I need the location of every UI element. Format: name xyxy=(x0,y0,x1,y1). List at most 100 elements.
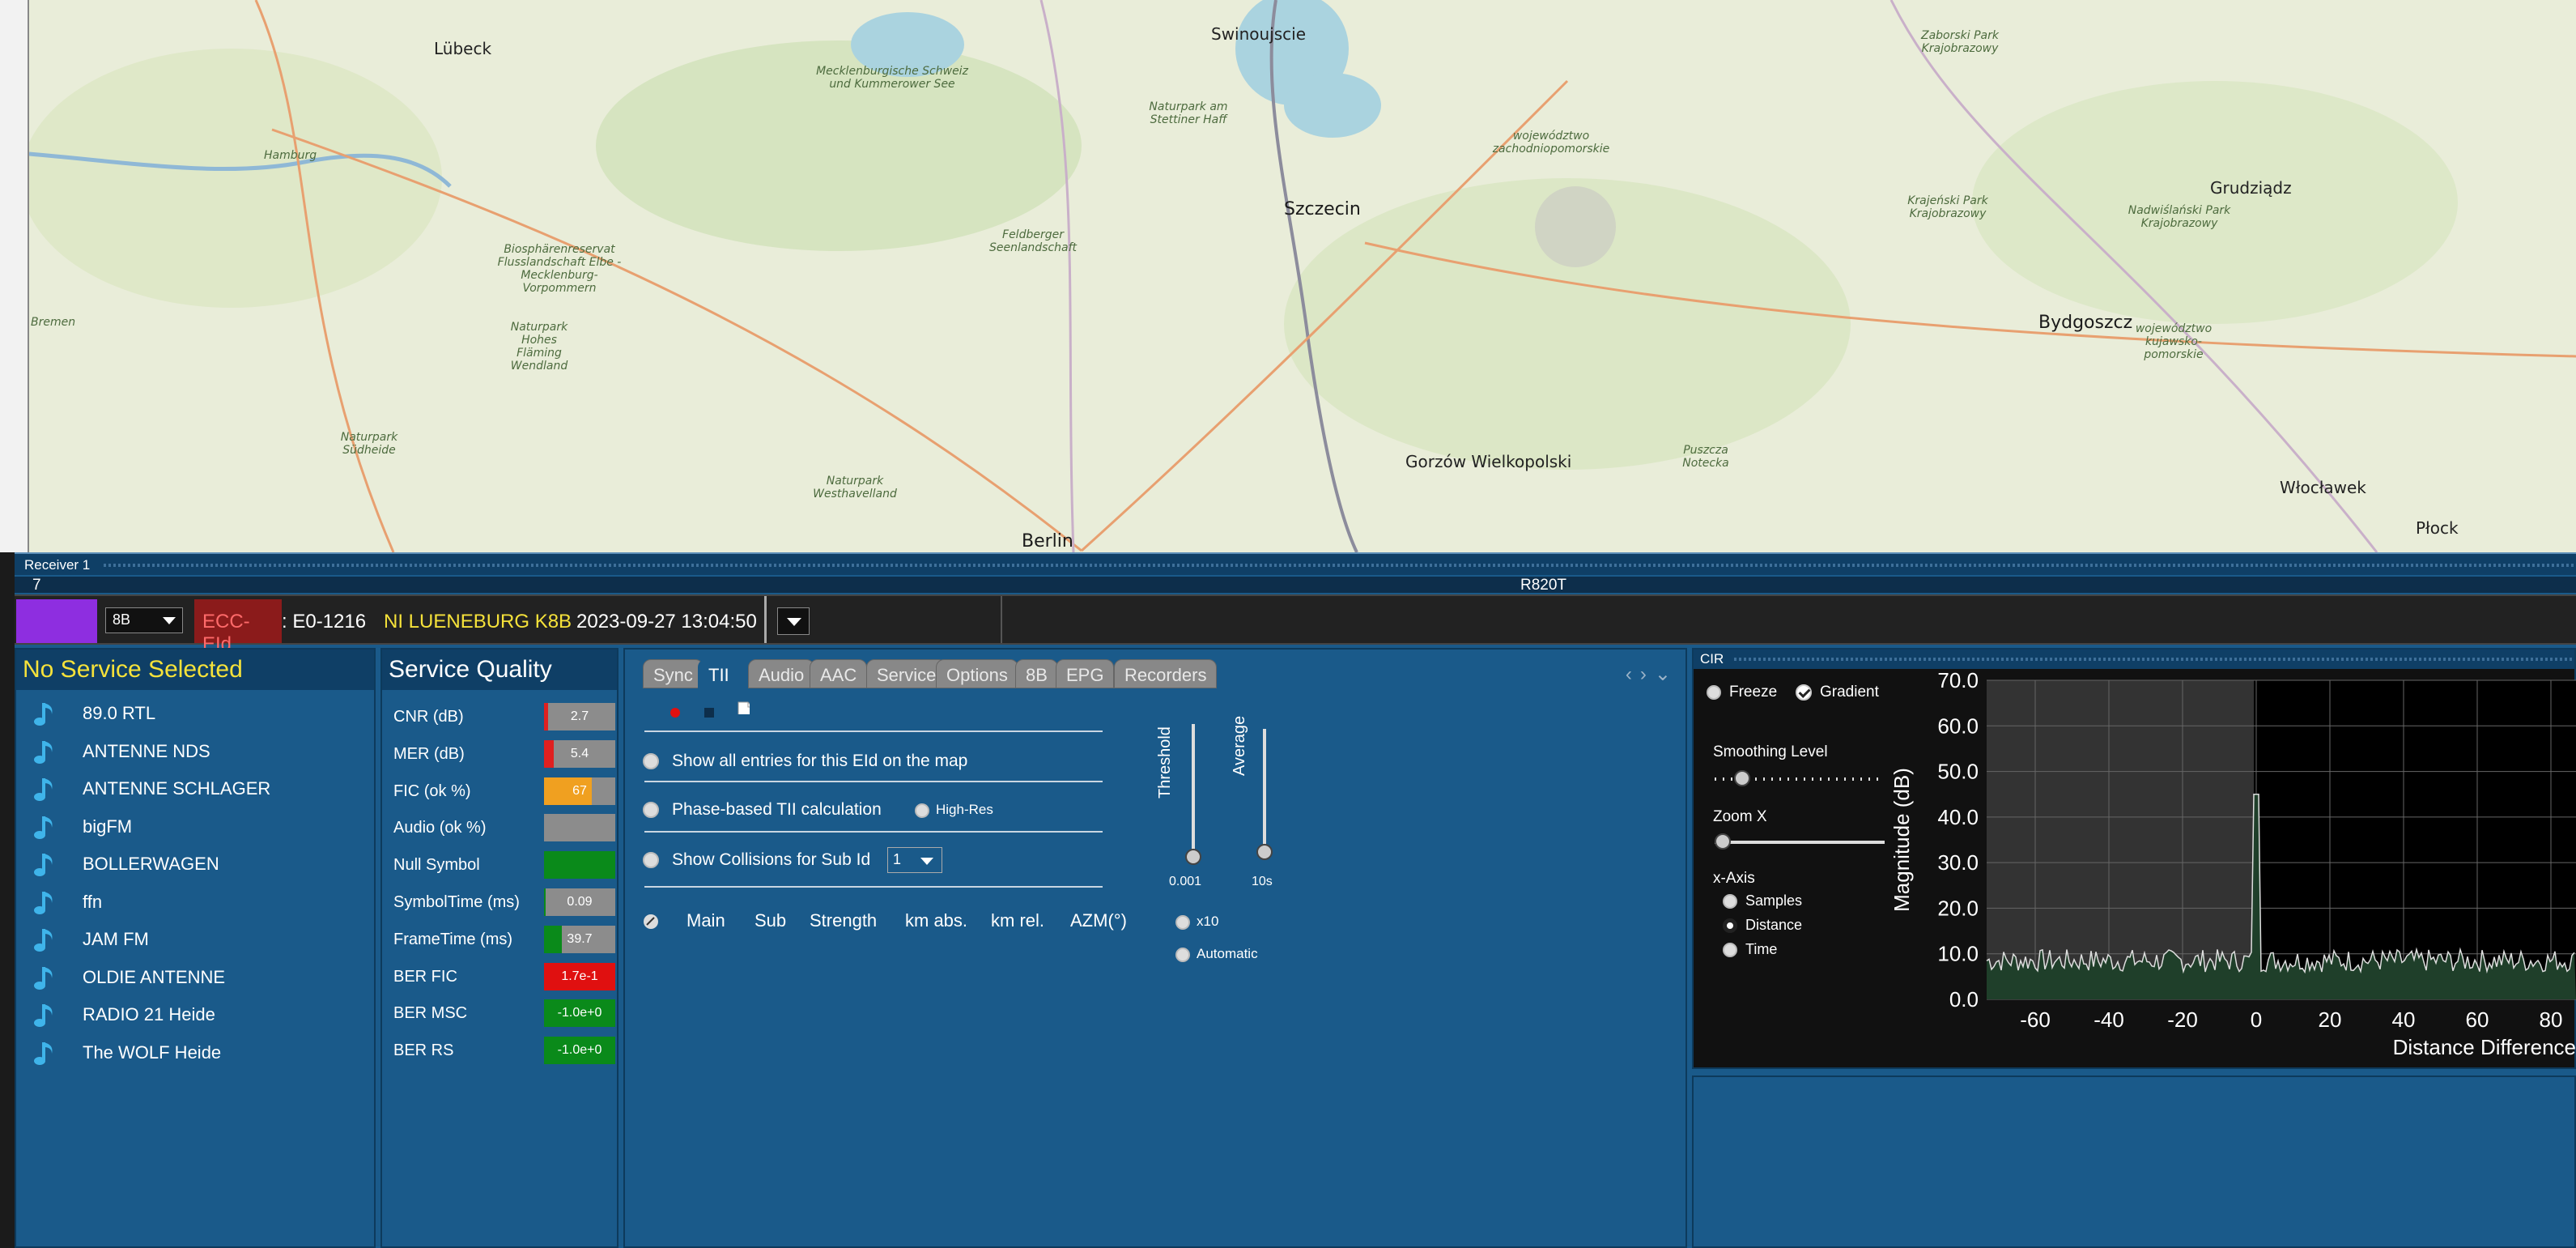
quality-bar: 1.7e-1 xyxy=(544,962,615,990)
freeze-radio[interactable] xyxy=(1707,684,1721,700)
show-collisions-radio[interactable] xyxy=(643,852,659,869)
sub-id-select[interactable]: 1 xyxy=(887,847,942,873)
zoom-slider-knob[interactable] xyxy=(1715,833,1731,850)
quality-label: BER FIC xyxy=(393,967,457,986)
tab-options[interactable]: Options xyxy=(936,659,1018,688)
x-tick-label: 80 xyxy=(2540,1007,2563,1032)
x10-option[interactable]: x10 xyxy=(1175,914,1218,930)
map-view[interactable]: Lübeck Hamburg Swinoujscie Szczecin Bydg… xyxy=(29,0,2576,552)
quality-row: SymbolTime (ms) 0.09 xyxy=(393,887,615,916)
high-res-radio[interactable] xyxy=(915,803,929,818)
service-label: JAM FM xyxy=(83,929,149,949)
automatic-option[interactable]: Automatic xyxy=(1175,946,1258,962)
music-note-icon xyxy=(34,1004,53,1027)
tab-recorders[interactable]: Recorders xyxy=(1114,659,1218,688)
ecc-eid-label: ECC-EId xyxy=(194,599,282,655)
y-tick-label: 40.0 xyxy=(1937,805,1979,829)
quality-row: BER MSC -1.0e+0 xyxy=(393,998,615,1028)
tab-aac[interactable]: AAC xyxy=(810,659,868,688)
tab-tii[interactable]: TII xyxy=(698,659,740,688)
zoom-label: Zoom X xyxy=(1713,808,1767,825)
xaxis-radio[interactable] xyxy=(1723,943,1737,958)
x-tick-label: 40 xyxy=(2392,1007,2416,1032)
map-label: Naturpark Hohes Fläming Wendland xyxy=(510,321,568,373)
record-icon[interactable] xyxy=(669,706,682,719)
threshold-slider[interactable] xyxy=(1185,724,1201,865)
title-grip xyxy=(1734,658,2574,661)
show-collisions-option[interactable]: Show Collisions for Sub Id xyxy=(643,850,870,870)
quality-row: MER (dB) 5.4 xyxy=(393,739,615,768)
cir-panel: CIR Freeze Gradient Smoothing Level Zoom… xyxy=(1692,648,2576,1069)
col-sub[interactable]: Sub xyxy=(755,910,786,931)
threshold-value: 0.001 xyxy=(1169,875,1202,888)
quality-bar: 0.09 xyxy=(544,888,615,916)
receiver-title-bar[interactable]: Receiver 1 xyxy=(15,552,2576,575)
phase-based-option[interactable]: Phase-based TII calculation xyxy=(643,800,882,820)
x-tick-label: 60 xyxy=(2466,1007,2489,1032)
threshold-slider-knob[interactable] xyxy=(1185,849,1201,865)
ecc-eid-value: : E0-1216 xyxy=(282,611,367,633)
tab-8b[interactable]: 8B xyxy=(1015,659,1058,688)
x-tick-label: 0 xyxy=(2251,1007,2262,1032)
map-label: Berlin xyxy=(1022,531,1073,552)
col-strength[interactable]: Strength xyxy=(810,910,877,931)
show-all-entries-label: Show all entries for this EId on the map xyxy=(672,752,968,770)
zoom-slider[interactable] xyxy=(1715,833,1885,850)
x10-radio[interactable] xyxy=(1175,914,1190,930)
show-all-entries-radio[interactable] xyxy=(643,753,659,770)
col-km-rel[interactable]: km rel. xyxy=(991,910,1044,931)
map-label: Krajeński Park Krajobrazowy xyxy=(1907,194,1988,220)
xaxis-radio[interactable] xyxy=(1723,894,1737,909)
smoothing-slider-knob[interactable] xyxy=(1734,770,1750,786)
x-axis-label: Distance Difference xyxy=(2393,1035,2576,1059)
xaxis-option-samples[interactable]: Samples xyxy=(1723,892,1802,909)
channel-select[interactable]: 8B xyxy=(105,607,183,633)
xaxis-option-distance[interactable]: Distance xyxy=(1723,917,1802,934)
receiver-window: Receiver 1 7 R820T 8B ECC-EId : E0-1216 … xyxy=(15,552,2576,1248)
tab-sync[interactable]: Sync xyxy=(643,659,704,688)
document-icon[interactable] xyxy=(737,701,750,714)
tab-service[interactable]: Service xyxy=(866,659,947,688)
quality-bar xyxy=(544,851,615,880)
col-main[interactable]: Main xyxy=(687,910,725,931)
high-res-option[interactable]: High-Res xyxy=(915,802,993,818)
select-all-icon[interactable] xyxy=(643,914,659,930)
col-km-abs[interactable]: km abs. xyxy=(905,910,967,931)
receiver-color-swatch[interactable] xyxy=(16,599,97,643)
divider xyxy=(644,886,1103,888)
gradient-checkbox[interactable] xyxy=(1796,684,1812,701)
tab-scroll-controls[interactable]: ‹›⌄ xyxy=(1626,662,1679,686)
smoothing-slider[interactable] xyxy=(1715,770,1885,786)
toolbar-dropdown-button[interactable] xyxy=(777,607,810,635)
cir-title-bar[interactable]: CIR xyxy=(1694,650,2574,669)
show-all-entries-option[interactable]: Show all entries for this EId on the map xyxy=(643,752,967,771)
x10-label: x10 xyxy=(1197,914,1219,929)
quality-label: BER RS xyxy=(393,1041,454,1060)
xaxis-option-time[interactable]: Time xyxy=(1723,941,1777,958)
average-slider[interactable] xyxy=(1256,729,1273,860)
average-slider-knob[interactable] xyxy=(1256,844,1273,860)
service-quality-panel: Service Quality CNR (dB) 2.7 MER (dB) 5.4 FI… xyxy=(380,648,618,1248)
map-graphics xyxy=(29,0,2576,552)
tii-table-header: Main Sub Strength km abs. km rel. AZM(°) xyxy=(643,907,1127,935)
xaxis-radio[interactable] xyxy=(1723,918,1737,934)
phase-based-radio[interactable] xyxy=(643,802,659,819)
title-grip xyxy=(104,564,2576,567)
freeze-option[interactable]: Freeze xyxy=(1707,684,1777,701)
col-azm[interactable]: AZM(°) xyxy=(1070,910,1127,931)
map-label: Swinoujscie xyxy=(1211,24,1307,44)
quality-label: Audio (ok %) xyxy=(393,819,487,837)
quality-value: 67 xyxy=(572,783,587,798)
service-label: The WOLF Heide xyxy=(83,1041,222,1063)
map-label: Naturpark am Stettiner Haff xyxy=(1149,100,1228,126)
tab-audio[interactable]: Audio xyxy=(748,659,815,688)
gradient-option[interactable]: Gradient xyxy=(1796,684,1879,701)
automatic-radio[interactable] xyxy=(1175,947,1190,962)
stop-icon[interactable] xyxy=(703,706,716,719)
y-tick-label: 60.0 xyxy=(1937,713,1979,738)
cir-title: CIR xyxy=(1700,651,1724,667)
tii-tab-content: Show all entries for this EId on the map… xyxy=(633,693,1685,1246)
tab-epg[interactable]: EPG xyxy=(1056,659,1115,688)
quality-value: 5.4 xyxy=(570,746,589,760)
quality-bar-fill xyxy=(544,851,615,880)
